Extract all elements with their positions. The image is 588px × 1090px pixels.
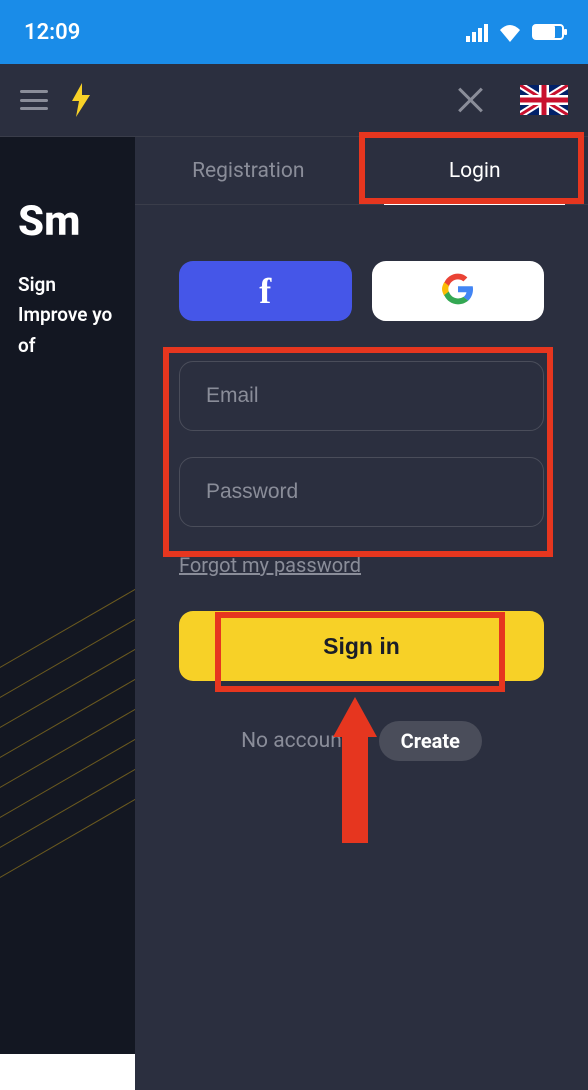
facebook-icon: f: [259, 270, 271, 312]
bg-line2: Improve yo: [18, 300, 150, 330]
bg-line1: Sign: [18, 270, 150, 300]
bg-title: Sm: [18, 197, 150, 246]
bg-line3: of: [18, 331, 150, 361]
google-login-button[interactable]: [372, 261, 545, 321]
nav-bar: [0, 64, 588, 136]
decorative-lines: [0, 690, 150, 990]
battery-icon: [532, 24, 564, 40]
login-panel: Registration Login f Forg: [135, 136, 588, 1090]
wifi-icon: [498, 23, 522, 41]
signal-icon: [466, 23, 488, 41]
google-icon: [442, 273, 474, 309]
language-flag-uk[interactable]: [520, 85, 568, 115]
forgot-password-link[interactable]: Forgot my password: [179, 553, 361, 577]
status-bar: 12:09: [0, 0, 588, 64]
bg-footer-bar: [0, 1054, 150, 1090]
background-content: Sm Sign Improve yo of: [0, 136, 150, 1090]
facebook-login-button[interactable]: f: [179, 261, 352, 321]
tab-registration[interactable]: Registration: [135, 137, 362, 204]
tab-login[interactable]: Login: [362, 137, 588, 204]
annotation-arrow: [335, 697, 375, 837]
clock: 12:09: [24, 20, 80, 45]
close-icon[interactable]: [456, 86, 484, 114]
email-field[interactable]: [179, 361, 544, 431]
create-account-button[interactable]: Create: [379, 721, 482, 761]
menu-icon[interactable]: [20, 90, 48, 110]
signin-button[interactable]: Sign in: [179, 611, 544, 681]
password-field[interactable]: [179, 457, 544, 527]
app-logo: [68, 83, 94, 117]
